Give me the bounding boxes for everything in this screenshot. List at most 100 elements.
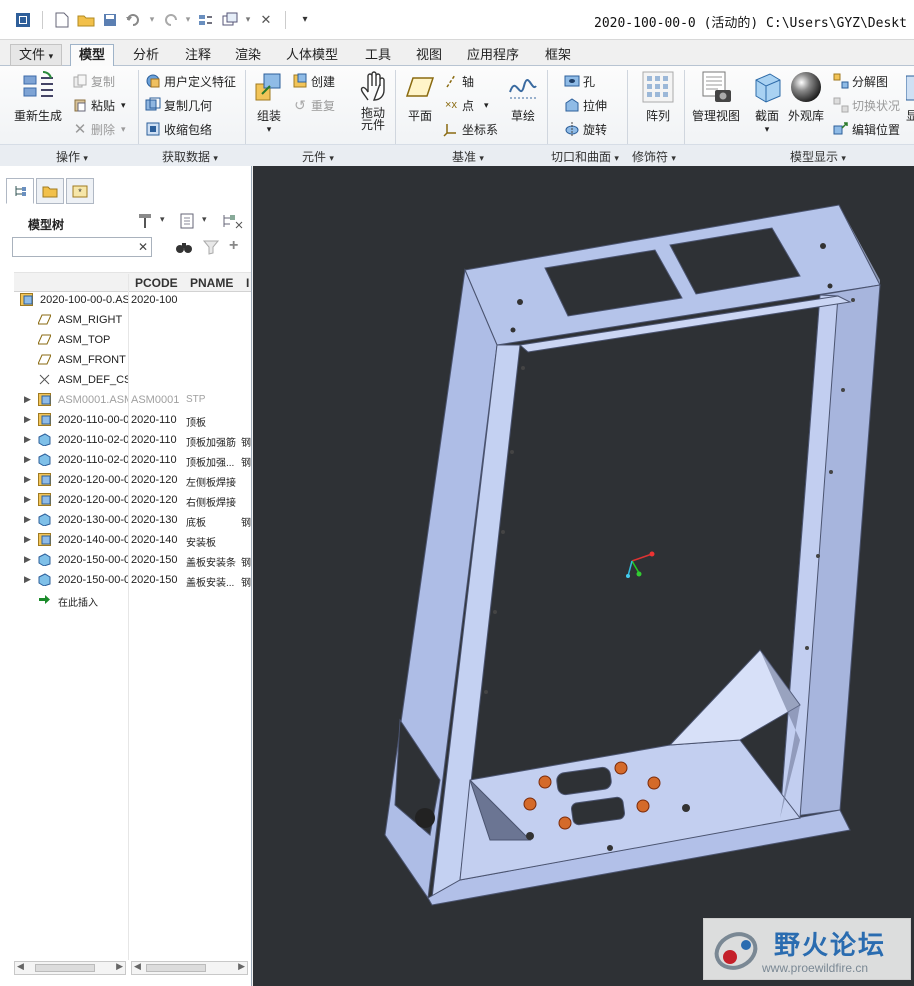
- tree-row[interactable]: 2020-100-00-0.ASM2020-100: [0, 290, 251, 310]
- extrude-button[interactable]: 拉伸: [564, 94, 607, 116]
- expand-arrow-icon[interactable]: ▶: [24, 574, 32, 584]
- tree-row[interactable]: ▶ ASM0001.ASM ASM0001 STP: [0, 390, 251, 410]
- scroll-thumb[interactable]: [146, 964, 206, 972]
- section-button[interactable]: 截面 ▾: [750, 70, 784, 135]
- expand-arrow-icon[interactable]: ▶: [24, 494, 32, 504]
- scroll-left-icon[interactable]: ◀: [134, 961, 141, 972]
- delete-button[interactable]: ✕ 删除 ▾: [72, 118, 126, 140]
- shrinkwrap-button[interactable]: 收缩包络: [145, 118, 212, 140]
- copy-button[interactable]: 复制: [72, 70, 115, 92]
- expand-arrow-icon[interactable]: ▶: [24, 474, 32, 484]
- assemble-button[interactable]: 组装 ▾: [252, 70, 286, 135]
- udf-button[interactable]: 用户定义特征: [145, 70, 236, 92]
- tree-row[interactable]: ▶ 2020-140-00-0 2020-140 安装板: [0, 530, 251, 550]
- hole-button[interactable]: 孔: [564, 70, 595, 92]
- undo-icon[interactable]: [123, 9, 145, 31]
- scroll-thumb[interactable]: [35, 964, 95, 972]
- drag-component-button[interactable]: 拖动 元件: [356, 70, 390, 131]
- group-model-display[interactable]: 模型显示 ▾: [790, 148, 846, 165]
- tree-row[interactable]: ▶ 2020-110-02-0 2020-110 顶板加强... 钢: [0, 450, 251, 470]
- tab-favorites[interactable]: *: [66, 178, 94, 204]
- redo-dropdown-icon[interactable]: ▾: [183, 9, 193, 31]
- filter-funnel-icon[interactable]: [202, 239, 220, 258]
- repeat-button[interactable]: ↺ 重复: [292, 94, 335, 116]
- sketch-button[interactable]: 草绘: [506, 70, 540, 124]
- save-icon[interactable]: [99, 9, 121, 31]
- csys-button[interactable]: 坐标系: [443, 118, 498, 140]
- expand-arrow-icon[interactable]: ▶: [24, 534, 32, 544]
- column-pcode[interactable]: PCODE: [135, 276, 178, 290]
- scroll-right-icon[interactable]: ▶: [238, 961, 245, 972]
- expand-arrow-icon[interactable]: ▶: [24, 434, 32, 444]
- copy-geometry-button[interactable]: 复制几何: [145, 94, 212, 116]
- tree-row[interactable]: ▶ 2020-120-00-0 2020-120 右侧板焊接: [0, 490, 251, 510]
- graphics-viewport[interactable]: [253, 166, 914, 986]
- scroll-left-icon[interactable]: ◀: [17, 961, 24, 972]
- tree-settings-icon[interactable]: [136, 212, 154, 233]
- expand-arrow-icon[interactable]: ▶: [24, 554, 32, 564]
- manage-views-button[interactable]: 管理视图: [692, 70, 740, 124]
- tab-analysis[interactable]: 分析: [124, 44, 168, 66]
- column-pname[interactable]: PNAME: [190, 276, 233, 290]
- group-modifiers[interactable]: 修饰符 ▾: [632, 148, 676, 165]
- windows-dropdown-icon[interactable]: ▾: [243, 9, 253, 31]
- chevron-down-icon[interactable]: ▾: [160, 214, 165, 225]
- group-datum[interactable]: 基准 ▾: [452, 148, 484, 165]
- plane-button[interactable]: 平面: [403, 70, 437, 124]
- group-cut-surface[interactable]: 切口和曲面 ▾: [551, 148, 619, 165]
- tree-row[interactable]: ▶ 2020-130-00-0 2020-130 底板 钢: [0, 510, 251, 530]
- revolve-button[interactable]: 旋转: [564, 118, 607, 140]
- tab-framework[interactable]: 框架: [536, 44, 580, 66]
- group-component[interactable]: 元件 ▾: [302, 148, 334, 165]
- tab-view[interactable]: 视图: [407, 44, 451, 66]
- expand-arrow-icon[interactable]: ▶: [24, 454, 32, 464]
- appearance-gallery-button[interactable]: 外观库: [788, 70, 824, 124]
- group-get-data[interactable]: 获取数据 ▾: [162, 148, 218, 165]
- binoculars-search-icon[interactable]: [175, 239, 193, 258]
- pattern-button[interactable]: 阵列: [641, 70, 675, 124]
- chevron-down-icon[interactable]: ▾: [202, 214, 207, 225]
- axis-button[interactable]: 轴: [443, 70, 474, 92]
- tab-model[interactable]: 模型: [70, 44, 115, 67]
- add-column-icon[interactable]: +: [229, 237, 238, 255]
- tree-row[interactable]: 在此插入: [0, 590, 251, 610]
- display-button[interactable]: 显: [906, 70, 914, 124]
- tab-file[interactable]: 文件 ▾: [10, 44, 63, 66]
- edit-position-button[interactable]: 编辑位置: [833, 118, 900, 140]
- undo-dropdown-icon[interactable]: ▾: [147, 9, 157, 31]
- windows-icon[interactable]: [219, 9, 241, 31]
- tree-row[interactable]: ▶ 2020-150-00-0 2020-150 盖板安装... 钢: [0, 570, 251, 590]
- tab-render[interactable]: 渲染: [226, 44, 270, 66]
- app-menu-icon[interactable]: [12, 9, 34, 31]
- column-extra[interactable]: I: [246, 276, 249, 290]
- tab-model-tree[interactable]: [6, 178, 34, 204]
- open-folder-icon[interactable]: [75, 9, 97, 31]
- point-button[interactable]: ×x 点 ▾: [443, 94, 489, 116]
- assembly-model-render[interactable]: [253, 166, 914, 986]
- regenerate-button[interactable]: 重新生成: [14, 70, 62, 124]
- expand-arrow-icon[interactable]: ▶: [24, 414, 32, 424]
- toggle-status-button[interactable]: 切换状况: [833, 94, 900, 116]
- tree-row[interactable]: ▶ 2020-110-02-0 2020-110 顶板加强筋钢: [0, 430, 251, 450]
- tab-human-model[interactable]: 人体模型: [277, 44, 347, 66]
- tab-applications[interactable]: 应用程序: [458, 44, 528, 66]
- close-window-icon[interactable]: ✕: [255, 9, 277, 31]
- tree-row[interactable]: ASM_DEF_CSYS: [0, 370, 251, 390]
- regenerate-small-icon[interactable]: [195, 9, 217, 31]
- tree-row[interactable]: ▶ 2020-120-00-0 2020-120 左侧板焊接: [0, 470, 251, 490]
- tree-row[interactable]: ▶ 2020-150-00-0 2020-150 盖板安装条钢: [0, 550, 251, 570]
- columns-horizontal-scrollbar[interactable]: ◀ ▶: [131, 961, 248, 975]
- tab-folder-browser[interactable]: [36, 178, 64, 204]
- tree-row[interactable]: ASM_TOP: [0, 330, 251, 350]
- tab-tools[interactable]: 工具: [356, 44, 400, 66]
- tree-horizontal-scrollbar[interactable]: ◀ ▶: [14, 961, 126, 975]
- customize-toolbar-icon[interactable]: ▾: [294, 9, 316, 31]
- scroll-right-icon[interactable]: ▶: [116, 961, 123, 972]
- new-file-icon[interactable]: [51, 9, 73, 31]
- tree-row[interactable]: ▶ 2020-110-00-0 2020-110 顶板: [0, 410, 251, 430]
- tree-filter-icon[interactable]: [222, 212, 244, 233]
- expand-arrow-icon[interactable]: ▶: [24, 514, 32, 524]
- show-menu-icon[interactable]: [178, 212, 196, 233]
- tree-search-input[interactable]: ✕: [12, 237, 152, 257]
- group-operations[interactable]: 操作 ▾: [56, 148, 88, 165]
